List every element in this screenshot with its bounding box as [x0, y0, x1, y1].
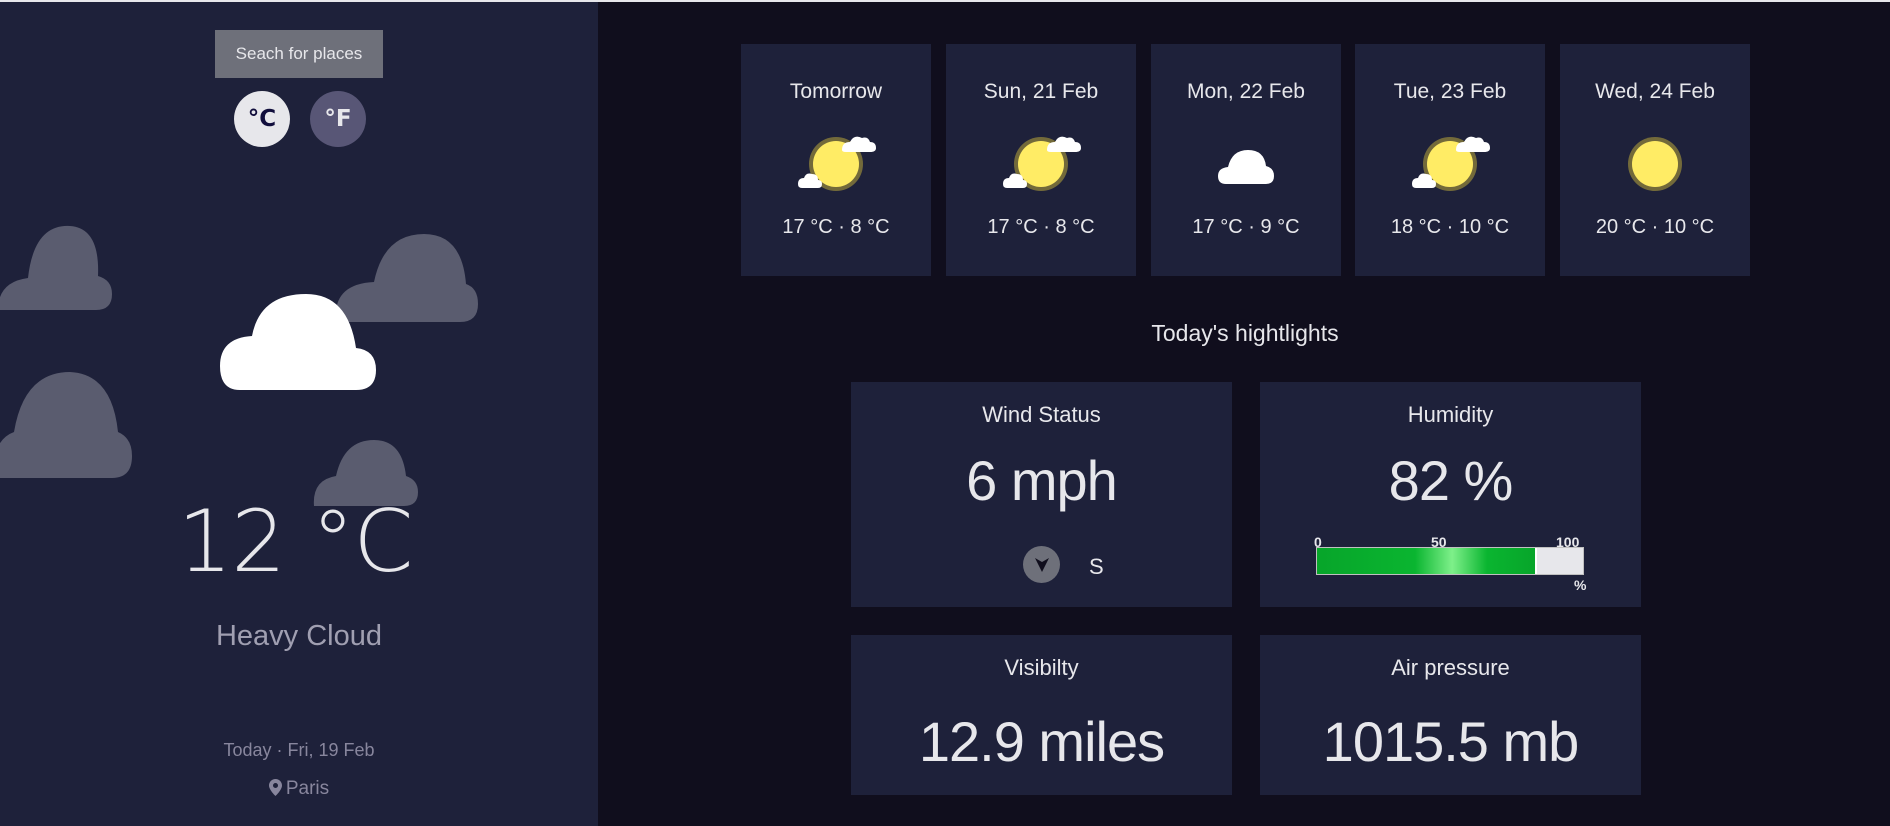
forecast-card: Sun, 21 Feb 17 °C · 8 °C: [946, 44, 1136, 276]
visibility-value: 12.9 miles: [918, 710, 1165, 773]
forecast-card: Tomorrow 17 °C · 8 °C: [741, 44, 931, 276]
forecast-card: Mon, 22 Feb 17 °C · 9 °C: [1151, 44, 1341, 276]
wind-direction-icon: [1023, 546, 1060, 583]
forecast-card: Tue, 23 Feb 18 °C · 10 °C: [1355, 44, 1545, 276]
forecast-day: Sun, 21 Feb: [983, 80, 1099, 103]
light-cloud-icon: [1412, 136, 1490, 191]
forecast-day: Tomorrow: [789, 80, 883, 103]
forecast-day: Tue, 23 Feb: [1393, 80, 1507, 103]
fahrenheit-button[interactable]: °F: [310, 91, 366, 147]
forecast-card: Wed, 24 Feb 20 °C · 10 °C: [1560, 44, 1750, 276]
current-condition: Heavy Cloud: [215, 620, 383, 652]
heavy-cloud-icon: [220, 294, 376, 390]
current-temperature: 12 °C: [177, 492, 414, 592]
air-pressure-value: 1015.5 mb: [1322, 710, 1580, 773]
forecast-temperatures: 20 °C · 10 °C: [1595, 216, 1715, 238]
humidity-unit: %: [1574, 577, 1587, 593]
background-cloud-icon: [0, 225, 112, 310]
wind-speed-value: 6 mph: [966, 449, 1118, 512]
search-places-button[interactable]: Seach for places: [215, 30, 383, 78]
humidity-progress-fill: [1317, 548, 1538, 574]
humidity-label: Humidity: [1407, 402, 1494, 427]
clear-icon: [1628, 137, 1682, 191]
wind-direction-text: S: [1089, 554, 1104, 579]
background-cloud-icon: [0, 372, 132, 478]
air-pressure-label: Air pressure: [1391, 655, 1510, 680]
light-cloud-icon: [1003, 136, 1081, 191]
forecast-day: Wed, 24 Feb: [1595, 80, 1715, 103]
forecast-temperatures: 17 °C · 8 °C: [987, 216, 1095, 238]
humidity-card: Humidity 82 % 0 50 100 %: [1260, 382, 1641, 607]
weather-app: Seach for places °C °F 12 °C Heavy Cloud…: [0, 0, 1890, 826]
current-weather-panel: Seach for places °C °F 12 °C Heavy Cloud…: [0, 2, 598, 826]
location-pin-icon: [268, 779, 282, 796]
humidity-progress-bar: [1316, 547, 1584, 575]
heavy-cloud-icon: [1218, 150, 1274, 184]
light-cloud-icon: [798, 136, 876, 191]
visibility-card: Visibilty 12.9 miles: [851, 635, 1232, 795]
forecast-temperatures: 17 °C · 9 °C: [1192, 216, 1300, 238]
wind-status-label: Wind Status: [982, 402, 1101, 427]
current-location: Paris: [0, 778, 598, 800]
forecast-temperatures: 18 °C · 10 °C: [1390, 216, 1510, 238]
highlights-title: Today's hightlights: [1151, 320, 1339, 346]
visibility-label: Visibilty: [1004, 655, 1079, 680]
wind-status-card: Wind Status 6 mph S: [851, 382, 1232, 607]
air-pressure-card: Air pressure 1015.5 mb: [1260, 635, 1641, 795]
current-date: Today · Fri, 19 Feb: [223, 740, 375, 760]
humidity-value: 82 %: [1388, 449, 1514, 512]
celsius-button[interactable]: °C: [234, 91, 290, 147]
location-name: Paris: [285, 778, 330, 799]
forecast-day: Mon, 22 Feb: [1187, 80, 1305, 103]
navigation-arrow-icon: [1034, 557, 1049, 572]
forecast-temperatures: 17 °C · 8 °C: [782, 216, 890, 238]
